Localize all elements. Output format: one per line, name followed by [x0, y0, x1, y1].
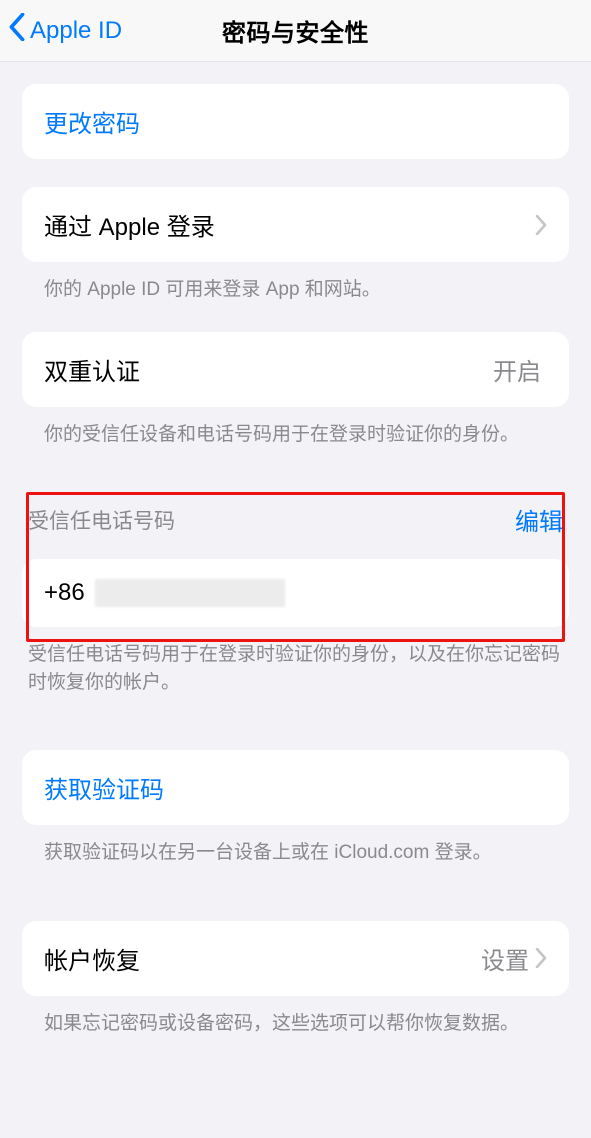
chevron-right-icon — [535, 215, 547, 235]
account-recovery-label: 帐户恢复 — [44, 941, 140, 976]
account-recovery-row[interactable]: 帐户恢复 设置 — [22, 921, 569, 996]
trusted-phone-row[interactable]: +86 — [22, 559, 569, 627]
trusted-phone-prefix: +86 — [44, 579, 85, 607]
back-label: Apple ID — [30, 17, 122, 45]
account-recovery-footer: 如果忘记密码或设备密码，这些选项可以帮你恢复数据。 — [22, 996, 569, 1038]
sign-in-with-apple-label: 通过 Apple 登录 — [44, 207, 215, 242]
content: 更改密码 通过 Apple 登录 你的 Apple ID 可用来登录 App 和… — [0, 84, 591, 1037]
back-button[interactable]: Apple ID — [8, 0, 122, 61]
trusted-phone-footer: 受信任电话号码用于在登录时验证你的身份，以及在你忘记密码时恢复你的帐户。 — [22, 627, 569, 696]
chevron-right-icon — [535, 948, 547, 968]
trusted-phone-section: 受信任电话号码 编辑 +86 受信任电话号码用于在登录时验证你的身份，以及在你忘… — [0, 502, 591, 696]
get-verification-code-footer: 获取验证码以在另一台设备上或在 iCloud.com 登录。 — [22, 825, 569, 867]
two-factor-footer: 你的受信任设备和电话号码用于在登录时验证你的身份。 — [22, 407, 569, 449]
two-factor-label: 双重认证 — [44, 352, 140, 387]
sign-in-with-apple-row[interactable]: 通过 Apple 登录 — [22, 187, 569, 262]
get-verification-code-row[interactable]: 获取验证码 — [22, 750, 569, 825]
sign-in-with-apple-footer: 你的 Apple ID 可用来登录 App 和网站。 — [22, 262, 569, 304]
chevron-left-icon — [8, 13, 26, 48]
trusted-phone-header: 受信任电话号码 — [28, 505, 175, 535]
trusted-phone-redacted — [95, 579, 285, 607]
get-verification-code-label: 获取验证码 — [44, 770, 164, 805]
nav-bar: Apple ID 密码与安全性 — [0, 0, 591, 62]
trusted-phone-edit-button[interactable]: 编辑 — [515, 502, 563, 537]
change-password-row[interactable]: 更改密码 — [22, 84, 569, 159]
two-factor-row[interactable]: 双重认证 开启 — [22, 332, 569, 407]
change-password-label: 更改密码 — [44, 104, 140, 139]
two-factor-value: 开启 — [493, 352, 541, 387]
account-recovery-value: 设置 — [481, 941, 529, 976]
